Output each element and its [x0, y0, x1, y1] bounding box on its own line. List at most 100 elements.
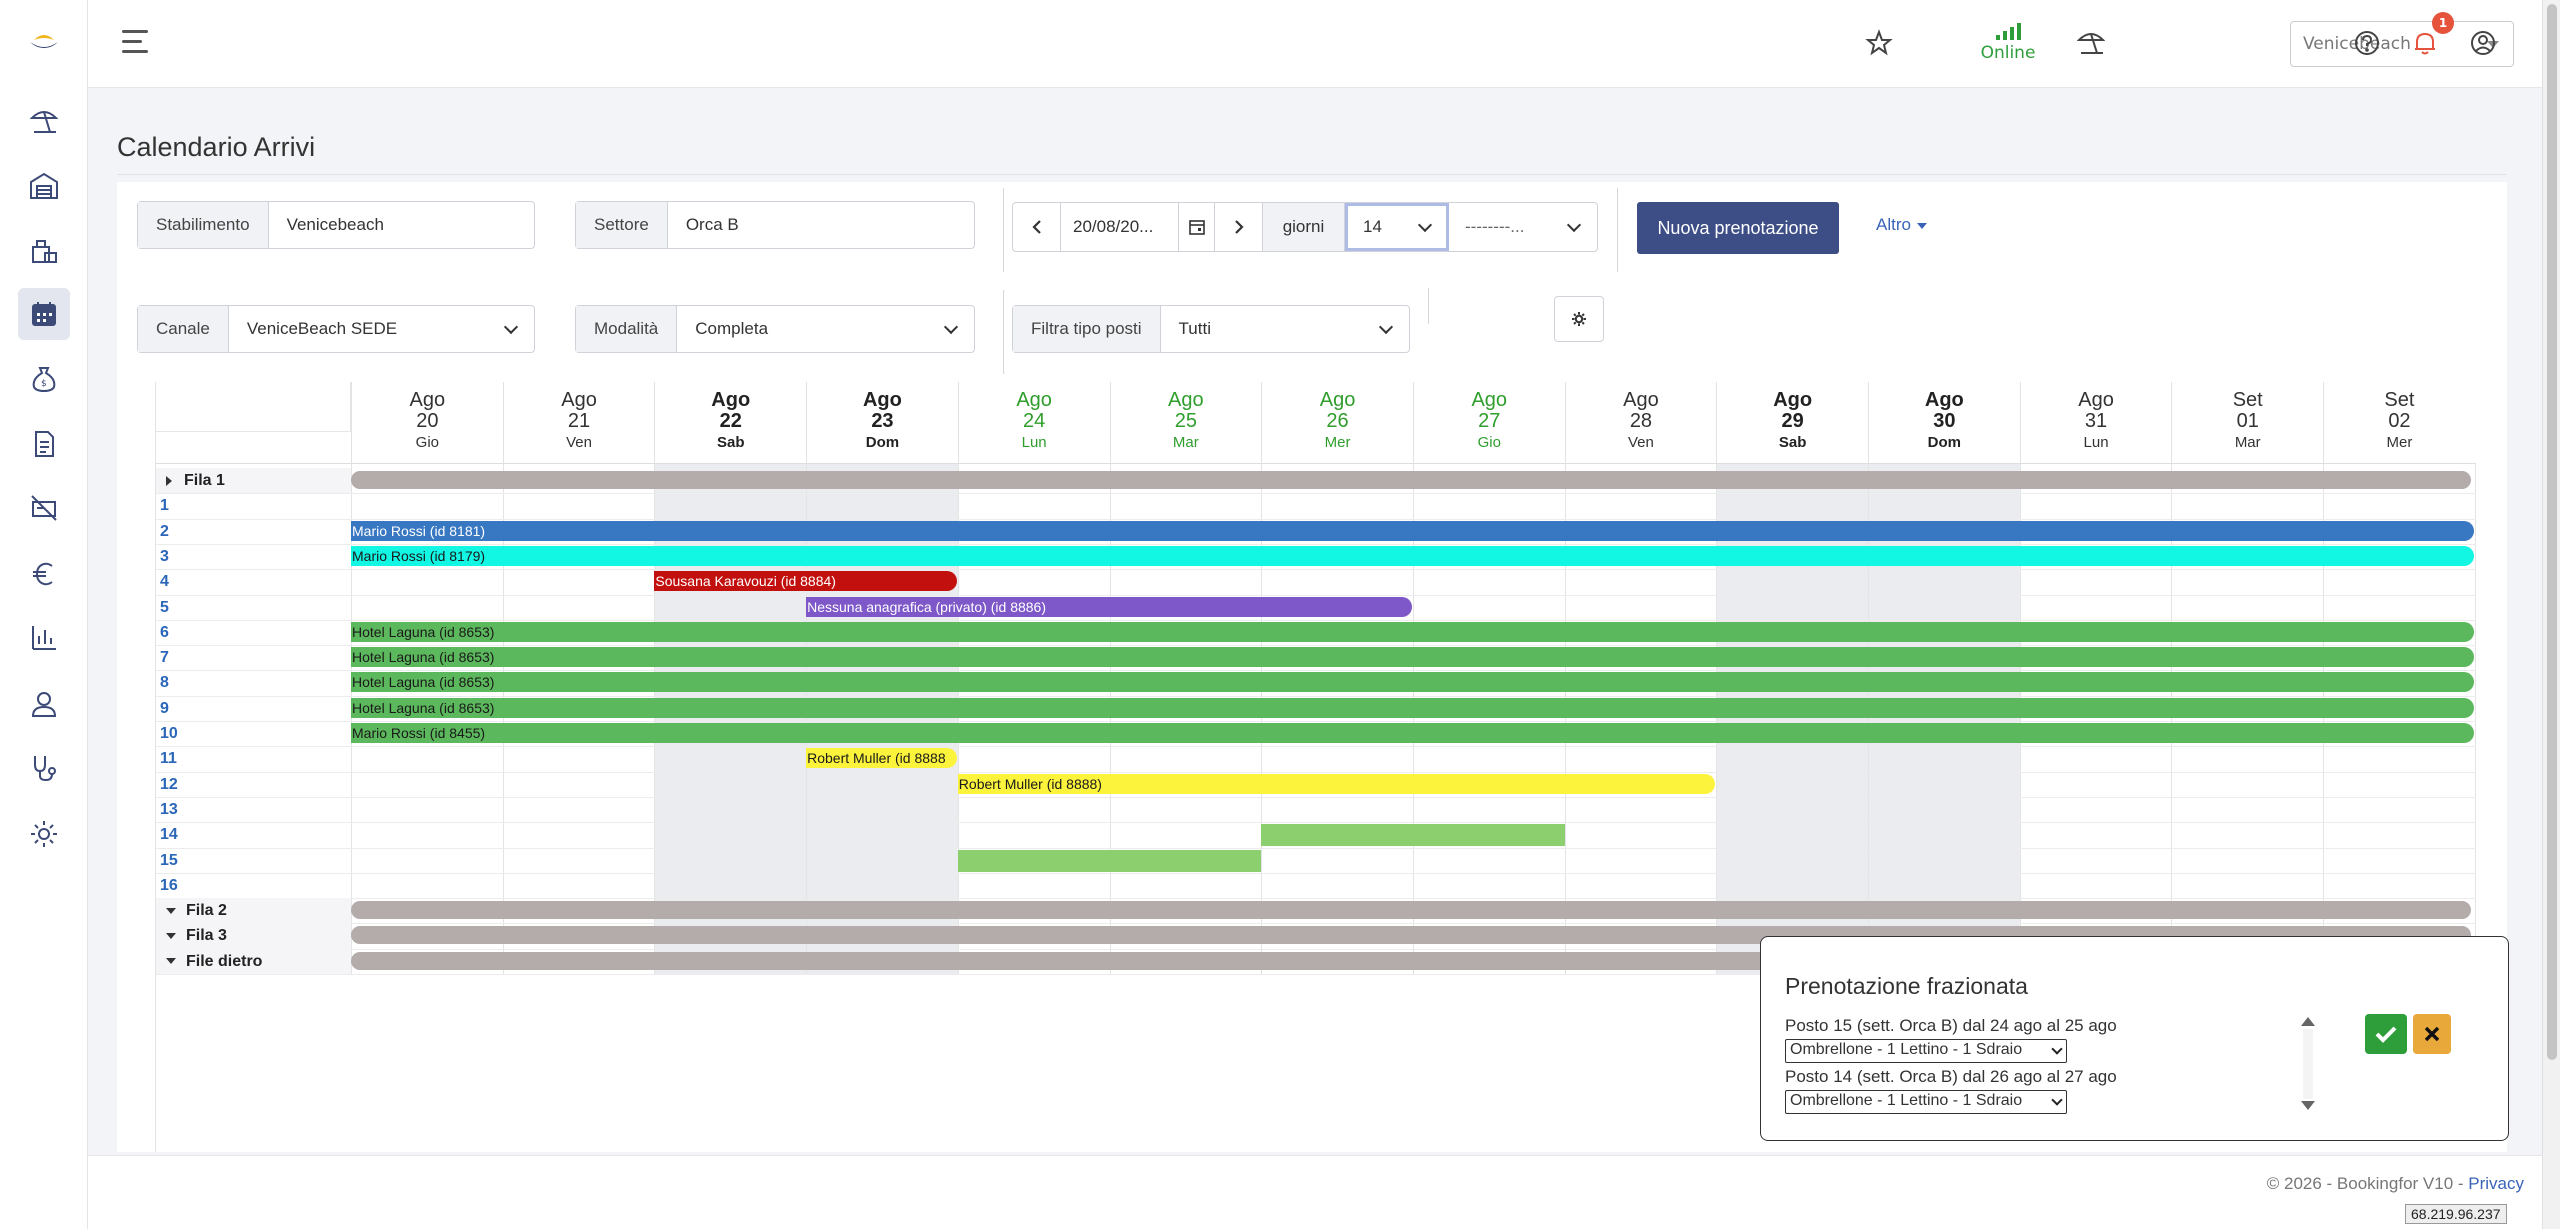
- account-icon[interactable]: [2466, 26, 2500, 60]
- booking-bar[interactable]: Mario Rossi (id 8179): [351, 545, 2474, 566]
- day-header[interactable]: Ago 27 Gio: [1412, 382, 1565, 464]
- popup-select-2[interactable]: Ombrellone - 1 Lettino - 1 Sdraio: [1785, 1090, 2067, 1114]
- day-header[interactable]: Ago 21 Ven: [502, 382, 655, 464]
- sidebar-item-money[interactable]: $: [18, 353, 70, 405]
- day-header[interactable]: Ago 23 Dom: [806, 382, 958, 464]
- confirm-button[interactable]: [2365, 1014, 2407, 1054]
- caret-down-icon[interactable]: [166, 958, 176, 965]
- modalita-select[interactable]: Modalità Completa: [575, 305, 975, 353]
- booking-bar[interactable]: Hotel Laguna (id 8653): [351, 621, 2474, 642]
- day-header[interactable]: Ago 24 Lun: [957, 382, 1110, 464]
- settore-value[interactable]: Orca B: [668, 202, 974, 248]
- booking-bar[interactable]: Sousana Karavouzi (id 8884): [654, 571, 957, 592]
- row-group-label[interactable]: File dietro: [156, 948, 351, 974]
- sidebar-item-users[interactable]: [18, 678, 70, 730]
- row-group-label[interactable]: Fila 1: [156, 468, 351, 494]
- user-icon: [31, 692, 57, 717]
- booking-bar[interactable]: Mario Rossi (id 8181): [351, 520, 2474, 541]
- sidebar-item-euro[interactable]: [18, 548, 70, 600]
- prev-date-button[interactable]: [1013, 203, 1061, 251]
- next-date-button[interactable]: [1215, 203, 1263, 251]
- caret-right-icon[interactable]: [166, 475, 172, 486]
- stabilimento-value[interactable]: Venicebeach: [269, 202, 534, 248]
- tipo-posti-label: Filtra tipo posti: [1013, 306, 1161, 352]
- sidebar-item-warehouse[interactable]: [18, 160, 70, 212]
- booking-bar[interactable]: Nessuna anagrafica (privato) (id 8886): [806, 596, 1412, 617]
- row-number: 9: [160, 699, 169, 717]
- extra-select[interactable]: --------...: [1449, 203, 1597, 251]
- day-header[interactable]: Ago 20 Gio: [351, 382, 503, 464]
- modalita-value-wrap: Completa: [677, 306, 974, 352]
- settore-field[interactable]: Settore Orca B: [575, 201, 975, 249]
- day-header[interactable]: Ago 31 Lun: [2019, 382, 2172, 464]
- privacy-link[interactable]: Privacy: [2468, 1174, 2524, 1193]
- day-number: 28: [1629, 410, 1653, 432]
- day-number: 02: [2388, 410, 2411, 432]
- sidebar-item-beach[interactable]: [18, 94, 70, 146]
- sidebar-item-luggage[interactable]: [18, 225, 70, 277]
- sidebar-item-no-cart[interactable]: [18, 482, 70, 534]
- popup-scrollbar[interactable]: [2303, 1029, 2313, 1099]
- new-booking-button[interactable]: Nuova prenotazione: [1637, 202, 1839, 254]
- day-header[interactable]: Ago 22 Sab: [654, 382, 806, 464]
- grid-hline: [156, 771, 2476, 773]
- day-header[interactable]: Set 02 Mer: [2323, 382, 2475, 464]
- grid-hline: [156, 695, 2476, 697]
- tipo-posti-select[interactable]: Filtra tipo posti Tutti: [1012, 305, 1410, 353]
- row-group-label[interactable]: Fila 2: [156, 898, 351, 924]
- scroll-down-icon[interactable]: [2301, 1101, 2315, 1110]
- booking-bar[interactable]: Hotel Laguna (id 8653): [351, 672, 2474, 693]
- calendar-settings-button[interactable]: [1554, 296, 1604, 342]
- sidebar-item-settings[interactable]: [18, 808, 70, 860]
- grid-hline: [156, 645, 2476, 647]
- tipo-posti-value-wrap: Tutti: [1161, 306, 1409, 352]
- bookingfor-logo[interactable]: [26, 26, 62, 56]
- day-header[interactable]: Ago 28 Ven: [1564, 382, 1717, 464]
- date-input[interactable]: 20/08/20...: [1061, 203, 1179, 251]
- grid-hline: [156, 518, 2476, 520]
- row-group-label[interactable]: Fila 3: [156, 923, 351, 949]
- popup-select-1[interactable]: Ombrellone - 1 Lettino - 1 Sdraio: [1785, 1039, 2067, 1063]
- booking-bar[interactable]: Hotel Laguna (id 8653): [351, 647, 2474, 668]
- beach-umbrella-icon[interactable]: [2074, 24, 2108, 58]
- sidebar-item-calendar[interactable]: [18, 288, 70, 340]
- canale-select[interactable]: Canale VeniceBeach SEDE: [137, 305, 535, 353]
- split-booking-cell[interactable]: [1261, 824, 1565, 847]
- booking-bar[interactable]: Robert Muller (id 8888): [957, 773, 1716, 794]
- day-header[interactable]: Ago 25 Mar: [1109, 382, 1262, 464]
- caret-down-icon[interactable]: [166, 933, 176, 940]
- sidebar-item-documents[interactable]: [18, 418, 70, 470]
- scroll-up-icon[interactable]: [2301, 1017, 2315, 1026]
- menu-toggle-icon[interactable]: [122, 30, 150, 54]
- favorite-star-icon[interactable]: [1862, 26, 1896, 60]
- day-header[interactable]: Ago 29 Sab: [1716, 382, 1868, 464]
- euro-icon: [33, 562, 53, 586]
- chevron-down-icon: [1378, 319, 1394, 335]
- extra-select-value: --------...: [1465, 217, 1525, 236]
- altro-dropdown[interactable]: Altro: [1876, 215, 1927, 235]
- caret-down-icon[interactable]: [166, 907, 176, 914]
- booking-bar[interactable]: Mario Rossi (id 8455): [351, 723, 2474, 743]
- help-icon[interactable]: [2350, 26, 2384, 60]
- day-header[interactable]: Ago 30 Dom: [1868, 382, 2020, 464]
- sidebar-item-stats[interactable]: [18, 612, 70, 664]
- split-booking-cell[interactable]: [957, 849, 1262, 872]
- booking-bar[interactable]: Robert Muller (id 8888: [806, 748, 957, 769]
- day-weekday: Dom: [1927, 434, 1962, 451]
- booking-bar[interactable]: Hotel Laguna (id 8653): [351, 697, 2474, 718]
- row-number: 3: [160, 547, 169, 565]
- stabilimento-field[interactable]: Stabilimento Venicebeach: [137, 201, 535, 249]
- giorni-select[interactable]: 14: [1345, 203, 1449, 251]
- day-header[interactable]: Set 01 Mar: [2171, 382, 2323, 464]
- date-picker-button[interactable]: [1179, 203, 1215, 251]
- modalita-label: Modalità: [576, 306, 678, 352]
- cancel-button[interactable]: [2413, 1014, 2451, 1054]
- scrollbar-thumb[interactable]: [2547, 4, 2557, 1060]
- row-number: 2: [160, 522, 169, 540]
- page-scrollbar[interactable]: [2542, 0, 2560, 1229]
- popup-title: Prenotazione frazionata: [1785, 973, 2028, 999]
- header-corner: [156, 382, 351, 432]
- row-group-name: Fila 2: [186, 902, 227, 920]
- sidebar-item-medical[interactable]: [18, 742, 70, 794]
- day-header[interactable]: Ago 26 Mer: [1261, 382, 1413, 464]
